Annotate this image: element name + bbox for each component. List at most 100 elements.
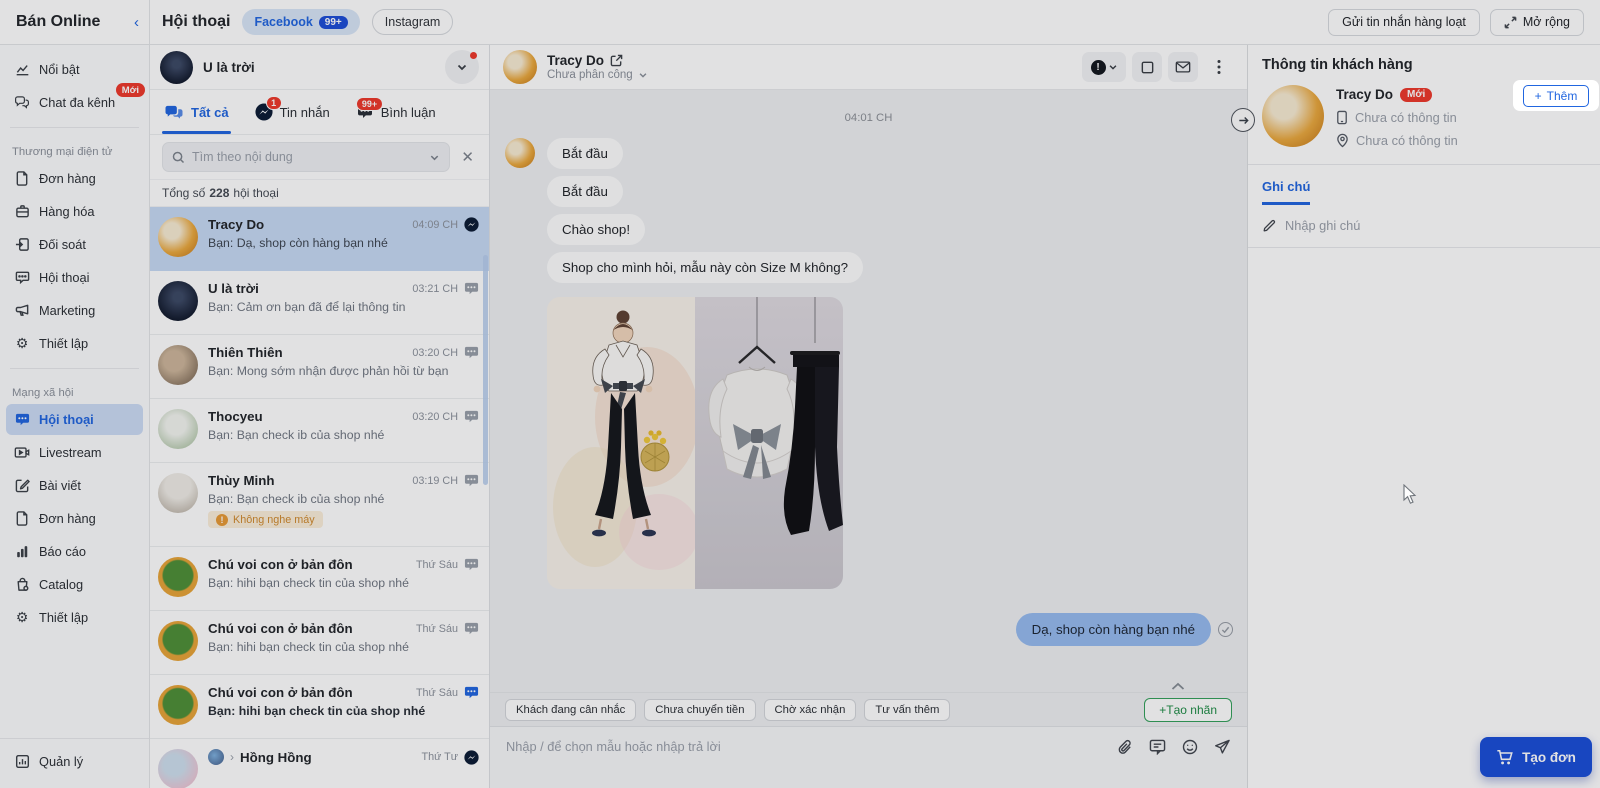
divider: [10, 127, 139, 128]
sidebar-item-catalog[interactable]: Catalog: [6, 569, 143, 600]
clear-search-icon[interactable]: ✕: [458, 148, 477, 166]
sidebar-item-omnichat[interactable]: Chat đa kênh Mới: [6, 83, 145, 118]
bulk-message-button[interactable]: Gửi tin nhắn hàng loạt: [1328, 8, 1480, 36]
search-input[interactable]: [192, 150, 423, 164]
reconcile-icon: [14, 237, 30, 253]
conversation-list-item[interactable]: Thùy Minh 03:19 CH Bạn: Bạn check ib của…: [150, 463, 489, 547]
note-input[interactable]: Nhập ghi chú: [1262, 218, 1586, 247]
attachment-icon[interactable]: [1117, 739, 1133, 756]
avatar: [158, 409, 198, 449]
comment-icon: [14, 270, 30, 286]
messenger-channel-icon: [464, 217, 479, 232]
comment-channel-icon: [464, 621, 479, 636]
collapse-panel-button[interactable]: [1231, 108, 1255, 132]
quick-tag-button[interactable]: Khách đang cân nhắc: [505, 698, 637, 721]
sidebar-item-social-settings[interactable]: ⚙ Thiết lập: [6, 602, 143, 633]
conversation-list-item[interactable]: Chú voi con ở bản đôn Thứ Sáu Bạn: hihi …: [150, 611, 489, 675]
more-options-button[interactable]: [1204, 52, 1234, 82]
cart-icon: [1496, 749, 1514, 766]
emoji-icon[interactable]: [1182, 739, 1198, 755]
customer-avatar: [1262, 85, 1324, 147]
conversation-list-item[interactable]: Chú voi con ở bản đôn Thứ Sáu Bạn: hihi …: [150, 675, 489, 739]
send-icon[interactable]: [1214, 739, 1231, 755]
sidebar-item-featured[interactable]: Nổi bật: [6, 54, 143, 85]
quick-tag-button[interactable]: Tư vấn thêm: [864, 698, 951, 721]
sidebar-item-products[interactable]: Hàng hóa: [6, 196, 143, 227]
tab-messages[interactable]: 1 Tin nhắn: [255, 90, 330, 134]
gear-icon: ⚙: [15, 335, 29, 352]
conversation-total: Tổng số 228 hội thoại: [150, 180, 489, 207]
panel-title: Thông tin khách hàng: [1262, 57, 1413, 73]
chat-header: Tracy Do Chưa phân công !: [490, 45, 1247, 90]
chat-avatar: [503, 50, 537, 84]
conversation-list-item[interactable]: Chú voi con ở bản đôn Thứ Sáu Bạn: hihi …: [150, 547, 489, 611]
message-input[interactable]: [506, 739, 1101, 754]
sidebar-item-reconciliation[interactable]: Đối soát: [6, 229, 143, 260]
quick-reply-icon[interactable]: [1149, 739, 1166, 755]
sidebar-item-orders[interactable]: Đơn hàng: [6, 163, 143, 194]
search-box[interactable]: [162, 142, 451, 172]
avatar: [158, 281, 198, 321]
scrollbar-thumb[interactable]: [483, 255, 488, 485]
conversation-time: 03:21 CH: [412, 282, 458, 295]
channel-tab-instagram[interactable]: Instagram: [371, 9, 454, 35]
outgoing-message-bubble: Dạ, shop còn hàng bạn nhé: [1015, 613, 1211, 646]
page-selector[interactable]: U là trời: [150, 45, 489, 90]
alert-status-dropdown[interactable]: !: [1082, 52, 1126, 82]
quick-tag-button[interactable]: Chưa chuyển tiền: [644, 698, 756, 721]
email-button[interactable]: [1168, 52, 1198, 82]
sidebar-item-management[interactable]: Quản lý: [6, 746, 143, 777]
conversation-list-item[interactable]: Thiên Thiên 03:20 CH Bạn: Mong sớm nhận …: [150, 335, 489, 399]
app-window: Bán Online ‹ Hội thoại Facebook 99+ Inst…: [0, 0, 1600, 788]
conversation-list-item[interactable]: Tracy Do 04:09 CH Bạn: Dạ, shop còn hàng…: [150, 207, 489, 271]
assignment-dropdown[interactable]: Chưa phân công: [547, 69, 648, 81]
avatar: [158, 345, 198, 385]
product-image-attachment[interactable]: [547, 297, 843, 589]
conversation-list-item[interactable]: › Hồng Hồng Thứ Tư: [150, 739, 489, 788]
sidebar-bottom: Quản lý: [0, 738, 149, 788]
expand-button[interactable]: Mở rộng: [1489, 8, 1584, 36]
sidebar-item-reports[interactable]: Báo cáo: [6, 536, 143, 567]
collapse-tags-icon[interactable]: [1171, 679, 1185, 694]
main-area: Nổi bật Chat đa kênh Mới Thương mại điện…: [0, 45, 1600, 788]
search-filter-chevron[interactable]: [429, 152, 440, 163]
add-customer-info-button[interactable]: + Thêm: [1522, 84, 1590, 107]
sidebar-item-marketing[interactable]: Marketing: [6, 295, 143, 326]
create-label-button[interactable]: +Tạo nhãn: [1144, 697, 1232, 722]
document-icon: [14, 171, 30, 187]
conversation-preview: Bạn: Dạ, shop còn hàng bạn nhé: [208, 236, 388, 250]
bag-icon: [14, 577, 30, 593]
quick-tag-button[interactable]: Chờ xác nhận: [763, 698, 857, 721]
tab-comments[interactable]: 99+ Bình luận: [356, 90, 436, 134]
mark-unread-button[interactable]: [1132, 52, 1162, 82]
search-row: ✕: [150, 135, 489, 180]
comments-badge: 99+: [356, 97, 383, 111]
external-link-icon[interactable]: [610, 54, 623, 67]
customer-address: Chưa có thông tin: [1336, 133, 1458, 148]
conversation-list-item[interactable]: U là trời 03:21 CH Bạn: Cảm ơn bạn đã để…: [150, 271, 489, 335]
tab-notes[interactable]: Ghi chú: [1262, 179, 1311, 205]
sidebar-collapse-icon[interactable]: ‹: [134, 14, 139, 31]
divider: [10, 368, 139, 369]
conversation-time: 03:19 CH: [412, 474, 458, 487]
sidebar-item-posts[interactable]: Bài viết: [6, 470, 143, 501]
sidebar-item-livestream[interactable]: Livestream: [6, 437, 143, 468]
channel-tab-facebook[interactable]: Facebook 99+: [242, 9, 360, 35]
avatar: [158, 621, 198, 661]
conversation-time: Thứ Sáu: [415, 622, 458, 635]
messages-badge: 1: [265, 96, 282, 110]
sidebar-item-social-orders[interactable]: Đơn hàng: [6, 503, 143, 534]
sidebar-item-social-conversations[interactable]: Hội thoại: [6, 404, 143, 435]
edit-icon: [14, 478, 30, 494]
conversation-tag: ! Không nghe máy: [208, 511, 323, 528]
tab-all[interactable]: Tất cả: [162, 90, 231, 134]
conversation-list-item[interactable]: Thocyeu 03:20 CH Bạn: Bạn check ib của s…: [150, 399, 489, 463]
sidebar-item-settings[interactable]: ⚙ Thiết lập: [6, 328, 143, 359]
page-dropdown-button[interactable]: [445, 50, 479, 84]
create-order-button[interactable]: Tạo đơn: [1480, 737, 1592, 777]
expand-icon: [1504, 16, 1517, 29]
comment-icon: 99+: [356, 97, 383, 120]
conversation-preview: Bạn: Bạn check ib của shop nhé: [208, 492, 385, 506]
sidebar-item-conversations[interactable]: Hội thoại: [6, 262, 143, 293]
customer-name: Tracy Do: [1336, 87, 1394, 102]
